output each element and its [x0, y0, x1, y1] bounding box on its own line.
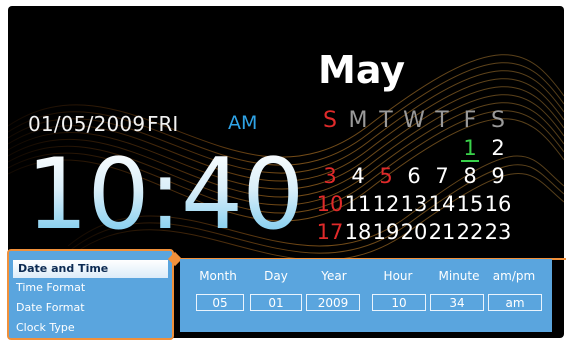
menu-item-clock-type[interactable]: Clock Type: [9, 318, 172, 338]
calendar-day[interactable]: 14: [428, 192, 456, 216]
weekday-sun: S: [323, 108, 337, 133]
calendar-day[interactable]: 9: [484, 164, 512, 188]
weekday-tue: T: [379, 108, 393, 133]
weekday-thu: T: [435, 108, 449, 133]
calendar-day[interactable]: 13: [400, 192, 428, 216]
weekday-mon: M: [348, 108, 368, 133]
calendar-day[interactable]: 18: [344, 220, 372, 244]
calendar-day[interactable]: 12: [372, 192, 400, 216]
calendar-day-label: 1: [463, 136, 477, 160]
calendar-day-today[interactable]: 1: [456, 136, 484, 162]
weekday-fri: F: [463, 108, 477, 133]
year-field[interactable]: 2009: [306, 294, 360, 311]
settings-menu-list: Date and Time Time Format Date Format Cl…: [9, 251, 172, 338]
calendar-day[interactable]: 11: [344, 192, 372, 216]
calendar-day[interactable]: 8: [456, 164, 484, 188]
weekday-sat: S: [491, 108, 505, 133]
date-time-settings-panel: Month Day Year Hour Minute am/pm 05 01 2…: [180, 259, 552, 332]
year-label: Year: [321, 269, 347, 283]
hour-field[interactable]: 10: [372, 294, 426, 311]
calendar-day[interactable]: 16: [484, 192, 512, 216]
calendar-day[interactable]: 7: [428, 164, 456, 188]
current-weekday: FRI: [147, 112, 179, 136]
day-label: Day: [264, 269, 288, 283]
calendar-day[interactable]: 21: [428, 220, 456, 244]
am-pm-indicator: AM: [228, 112, 258, 134]
calendar-day[interactable]: 22: [456, 220, 484, 244]
calendar-day[interactable]: 2: [484, 136, 512, 160]
day-field[interactable]: 01: [250, 294, 302, 311]
hour-label: Hour: [383, 269, 413, 283]
menu-item-date-and-time[interactable]: Date and Time: [13, 260, 168, 278]
calendar-day[interactable]: 15: [456, 192, 484, 216]
calendar-day[interactable]: 19: [372, 220, 400, 244]
today-underline: [461, 160, 479, 162]
current-date: 01/05/2009: [28, 112, 146, 136]
calendar-day[interactable]: 4: [344, 164, 372, 188]
ampm-label: am/pm: [492, 269, 536, 283]
calendar-day[interactable]: 3: [316, 164, 344, 188]
month-field[interactable]: 05: [196, 294, 244, 311]
minute-field[interactable]: 34: [430, 294, 484, 311]
minute-label: Minute: [438, 269, 480, 283]
weekday-wed: W: [403, 108, 425, 133]
month-label: Month: [199, 269, 237, 283]
calendar-day[interactable]: 20: [400, 220, 428, 244]
menu-item-date-format[interactable]: Date Format: [9, 298, 172, 318]
settings-menu: Date and Time Time Format Date Format Cl…: [7, 249, 174, 340]
clock-time: 10:40: [26, 138, 304, 252]
photo-frame-display: 01/05/2009 FRI AM 10:40 May S M T W T F …: [0, 0, 570, 344]
menu-item-time-format[interactable]: Time Format: [9, 278, 172, 298]
calendar-day[interactable]: 17: [316, 220, 344, 244]
calendar-day[interactable]: 6: [400, 164, 428, 188]
calendar-day[interactable]: 23: [484, 220, 512, 244]
calendar-day[interactable]: 5: [372, 164, 400, 188]
ampm-field[interactable]: am: [488, 294, 542, 311]
calendar-month: May: [318, 48, 406, 92]
calendar-day[interactable]: 10: [316, 192, 344, 216]
